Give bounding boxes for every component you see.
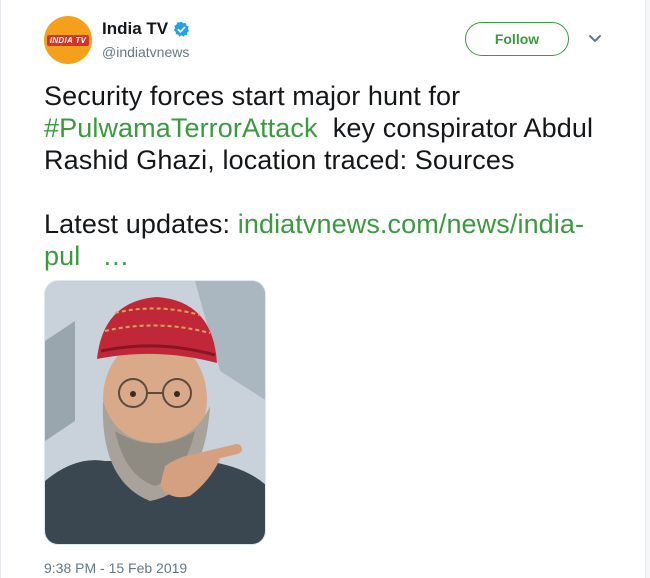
follow-button[interactable]: Follow xyxy=(465,22,569,56)
tweet-card: INDIA TV India TV @indiatvnews Follow Se… xyxy=(0,0,646,578)
tweet-line-1: Security forces start major hunt for xyxy=(44,81,461,111)
tweet-text: Security forces start major hunt for #Pu… xyxy=(44,80,624,272)
tweet-photo[interactable] xyxy=(44,280,266,545)
tweet-line-3: Rashid Ghazi, location traced: Sources xyxy=(44,145,515,175)
account-handle[interactable]: @indiatvnews xyxy=(102,44,189,60)
display-name[interactable]: India TV xyxy=(102,19,168,39)
url-link-part1[interactable]: indiatvnews.com/news/india- xyxy=(238,209,584,239)
url-link-part2[interactable]: pul xyxy=(44,241,80,271)
avatar[interactable]: INDIA TV xyxy=(44,16,92,64)
chevron-down-icon[interactable] xyxy=(588,32,602,46)
man-portrait-image xyxy=(45,281,265,544)
india-tv-logo: INDIA TV xyxy=(46,34,90,46)
tweet-line-5: pul … xyxy=(44,240,624,272)
page-edge xyxy=(646,0,650,578)
verified-badge-icon xyxy=(173,21,190,38)
hashtag-link[interactable]: #PulwamaTerrorAttack xyxy=(44,113,318,143)
updates-label: Latest updates: xyxy=(44,209,238,239)
tweet-line-2: #PulwamaTerrorAttack key conspirator Abd… xyxy=(44,112,624,144)
account-name-row: India TV xyxy=(102,19,190,39)
url-ellipsis[interactable]: … xyxy=(102,241,129,271)
tweet-line-2-text: key conspirator Abdul xyxy=(317,113,594,143)
tweet-timestamp[interactable]: 9:38 PM - 15 Feb 2019 xyxy=(44,560,187,576)
tweet-line-4: Latest updates: indiatvnews.com/news/ind… xyxy=(44,208,624,240)
